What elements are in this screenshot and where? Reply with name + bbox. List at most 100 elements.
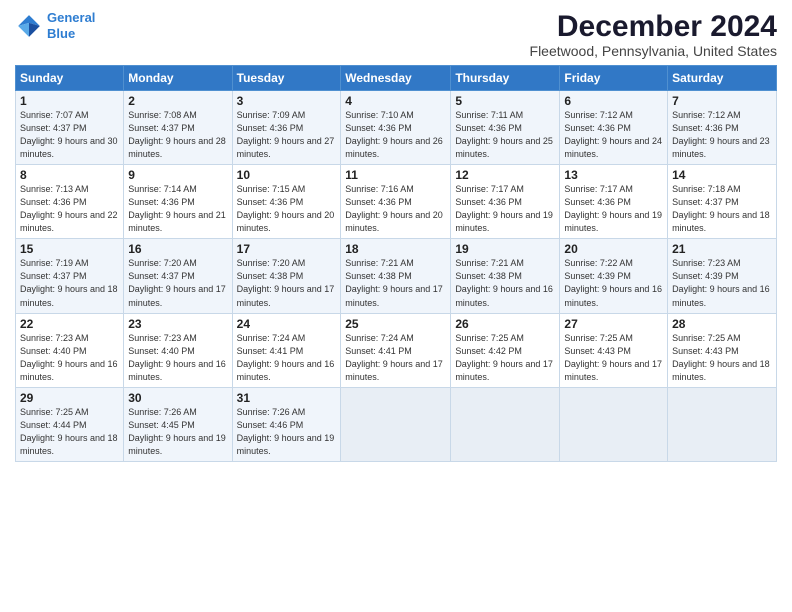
daylight-text: Daylight: 9 hours and 25 minutes.	[455, 136, 553, 159]
calendar-cell	[451, 387, 560, 461]
col-friday: Friday	[560, 66, 668, 91]
day-info: Sunrise: 7:17 AM Sunset: 4:36 PM Dayligh…	[564, 183, 663, 235]
sunset-text: Sunset: 4:36 PM	[672, 123, 739, 133]
daylight-text: Daylight: 9 hours and 16 minutes.	[564, 284, 662, 307]
day-number: 20	[564, 242, 663, 256]
calendar-cell	[668, 387, 777, 461]
day-info: Sunrise: 7:11 AM Sunset: 4:36 PM Dayligh…	[455, 109, 555, 161]
day-info: Sunrise: 7:12 AM Sunset: 4:36 PM Dayligh…	[564, 109, 663, 161]
day-info: Sunrise: 7:26 AM Sunset: 4:46 PM Dayligh…	[237, 406, 337, 458]
calendar-cell: 15 Sunrise: 7:19 AM Sunset: 4:37 PM Dayl…	[16, 239, 124, 313]
calendar-cell: 29 Sunrise: 7:25 AM Sunset: 4:44 PM Dayl…	[16, 387, 124, 461]
sunrise-text: Sunrise: 7:24 AM	[237, 333, 306, 343]
col-monday: Monday	[124, 66, 232, 91]
title-block: December 2024 Fleetwood, Pennsylvania, U…	[530, 10, 777, 59]
day-number: 29	[20, 391, 119, 405]
sunrise-text: Sunrise: 7:26 AM	[237, 407, 306, 417]
day-info: Sunrise: 7:07 AM Sunset: 4:37 PM Dayligh…	[20, 109, 119, 161]
day-number: 23	[128, 317, 227, 331]
daylight-text: Daylight: 9 hours and 23 minutes.	[672, 136, 770, 159]
day-number: 21	[672, 242, 772, 256]
sunset-text: Sunset: 4:36 PM	[564, 123, 631, 133]
calendar-week-4: 22 Sunrise: 7:23 AM Sunset: 4:40 PM Dayl…	[16, 313, 777, 387]
sunset-text: Sunset: 4:36 PM	[455, 123, 522, 133]
sunset-text: Sunset: 4:39 PM	[564, 271, 631, 281]
day-info: Sunrise: 7:25 AM Sunset: 4:42 PM Dayligh…	[455, 332, 555, 384]
page-container: General Blue December 2024 Fleetwood, Pe…	[0, 0, 792, 467]
daylight-text: Daylight: 9 hours and 18 minutes.	[20, 284, 118, 307]
sunset-text: Sunset: 4:42 PM	[455, 346, 522, 356]
sunrise-text: Sunrise: 7:26 AM	[128, 407, 197, 417]
day-info: Sunrise: 7:15 AM Sunset: 4:36 PM Dayligh…	[237, 183, 337, 235]
sunrise-text: Sunrise: 7:08 AM	[128, 110, 197, 120]
day-info: Sunrise: 7:26 AM Sunset: 4:45 PM Dayligh…	[128, 406, 227, 458]
sunset-text: Sunset: 4:43 PM	[672, 346, 739, 356]
sunrise-text: Sunrise: 7:21 AM	[345, 258, 414, 268]
sunset-text: Sunset: 4:40 PM	[128, 346, 195, 356]
calendar-cell: 10 Sunrise: 7:15 AM Sunset: 4:36 PM Dayl…	[232, 165, 341, 239]
sunrise-text: Sunrise: 7:07 AM	[20, 110, 89, 120]
day-info: Sunrise: 7:13 AM Sunset: 4:36 PM Dayligh…	[20, 183, 119, 235]
col-tuesday: Tuesday	[232, 66, 341, 91]
daylight-text: Daylight: 9 hours and 19 minutes.	[564, 210, 662, 233]
daylight-text: Daylight: 9 hours and 17 minutes.	[345, 284, 443, 307]
calendar-cell: 16 Sunrise: 7:20 AM Sunset: 4:37 PM Dayl…	[124, 239, 232, 313]
daylight-text: Daylight: 9 hours and 27 minutes.	[237, 136, 335, 159]
calendar-cell: 8 Sunrise: 7:13 AM Sunset: 4:36 PM Dayli…	[16, 165, 124, 239]
calendar-week-2: 8 Sunrise: 7:13 AM Sunset: 4:36 PM Dayli…	[16, 165, 777, 239]
day-number: 24	[237, 317, 337, 331]
daylight-text: Daylight: 9 hours and 30 minutes.	[20, 136, 118, 159]
col-thursday: Thursday	[451, 66, 560, 91]
subtitle: Fleetwood, Pennsylvania, United States	[530, 43, 777, 59]
calendar-week-1: 1 Sunrise: 7:07 AM Sunset: 4:37 PM Dayli…	[16, 91, 777, 165]
sunset-text: Sunset: 4:36 PM	[128, 197, 195, 207]
day-number: 17	[237, 242, 337, 256]
logo: General Blue	[15, 10, 95, 41]
sunrise-text: Sunrise: 7:18 AM	[672, 184, 741, 194]
sunrise-text: Sunrise: 7:24 AM	[345, 333, 414, 343]
col-saturday: Saturday	[668, 66, 777, 91]
day-info: Sunrise: 7:22 AM Sunset: 4:39 PM Dayligh…	[564, 257, 663, 309]
daylight-text: Daylight: 9 hours and 24 minutes.	[564, 136, 662, 159]
day-info: Sunrise: 7:24 AM Sunset: 4:41 PM Dayligh…	[237, 332, 337, 384]
calendar-cell: 11 Sunrise: 7:16 AM Sunset: 4:36 PM Dayl…	[341, 165, 451, 239]
sunset-text: Sunset: 4:36 PM	[455, 197, 522, 207]
calendar-cell: 19 Sunrise: 7:21 AM Sunset: 4:38 PM Dayl…	[451, 239, 560, 313]
calendar-cell	[341, 387, 451, 461]
day-number: 7	[672, 94, 772, 108]
sunrise-text: Sunrise: 7:25 AM	[564, 333, 633, 343]
sunrise-text: Sunrise: 7:25 AM	[672, 333, 741, 343]
day-number: 4	[345, 94, 446, 108]
daylight-text: Daylight: 9 hours and 16 minutes.	[672, 284, 770, 307]
logo-general: General	[47, 10, 95, 25]
sunset-text: Sunset: 4:38 PM	[237, 271, 304, 281]
day-number: 8	[20, 168, 119, 182]
daylight-text: Daylight: 9 hours and 18 minutes.	[672, 359, 770, 382]
day-info: Sunrise: 7:14 AM Sunset: 4:36 PM Dayligh…	[128, 183, 227, 235]
sunset-text: Sunset: 4:36 PM	[20, 197, 87, 207]
calendar-cell: 14 Sunrise: 7:18 AM Sunset: 4:37 PM Dayl…	[668, 165, 777, 239]
calendar-cell: 3 Sunrise: 7:09 AM Sunset: 4:36 PM Dayli…	[232, 91, 341, 165]
calendar-cell: 13 Sunrise: 7:17 AM Sunset: 4:36 PM Dayl…	[560, 165, 668, 239]
day-info: Sunrise: 7:18 AM Sunset: 4:37 PM Dayligh…	[672, 183, 772, 235]
sunrise-text: Sunrise: 7:12 AM	[672, 110, 741, 120]
calendar-cell: 6 Sunrise: 7:12 AM Sunset: 4:36 PM Dayli…	[560, 91, 668, 165]
header-row-days: Sunday Monday Tuesday Wednesday Thursday…	[16, 66, 777, 91]
calendar-cell: 12 Sunrise: 7:17 AM Sunset: 4:36 PM Dayl…	[451, 165, 560, 239]
daylight-text: Daylight: 9 hours and 20 minutes.	[237, 210, 335, 233]
sunset-text: Sunset: 4:36 PM	[237, 197, 304, 207]
sunset-text: Sunset: 4:39 PM	[672, 271, 739, 281]
day-number: 31	[237, 391, 337, 405]
day-number: 11	[345, 168, 446, 182]
day-info: Sunrise: 7:23 AM Sunset: 4:40 PM Dayligh…	[128, 332, 227, 384]
day-number: 26	[455, 317, 555, 331]
sunset-text: Sunset: 4:37 PM	[128, 123, 195, 133]
sunrise-text: Sunrise: 7:17 AM	[564, 184, 633, 194]
day-number: 28	[672, 317, 772, 331]
day-number: 10	[237, 168, 337, 182]
sunrise-text: Sunrise: 7:25 AM	[455, 333, 524, 343]
day-info: Sunrise: 7:10 AM Sunset: 4:36 PM Dayligh…	[345, 109, 446, 161]
daylight-text: Daylight: 9 hours and 21 minutes.	[128, 210, 226, 233]
sunrise-text: Sunrise: 7:21 AM	[455, 258, 524, 268]
day-number: 30	[128, 391, 227, 405]
